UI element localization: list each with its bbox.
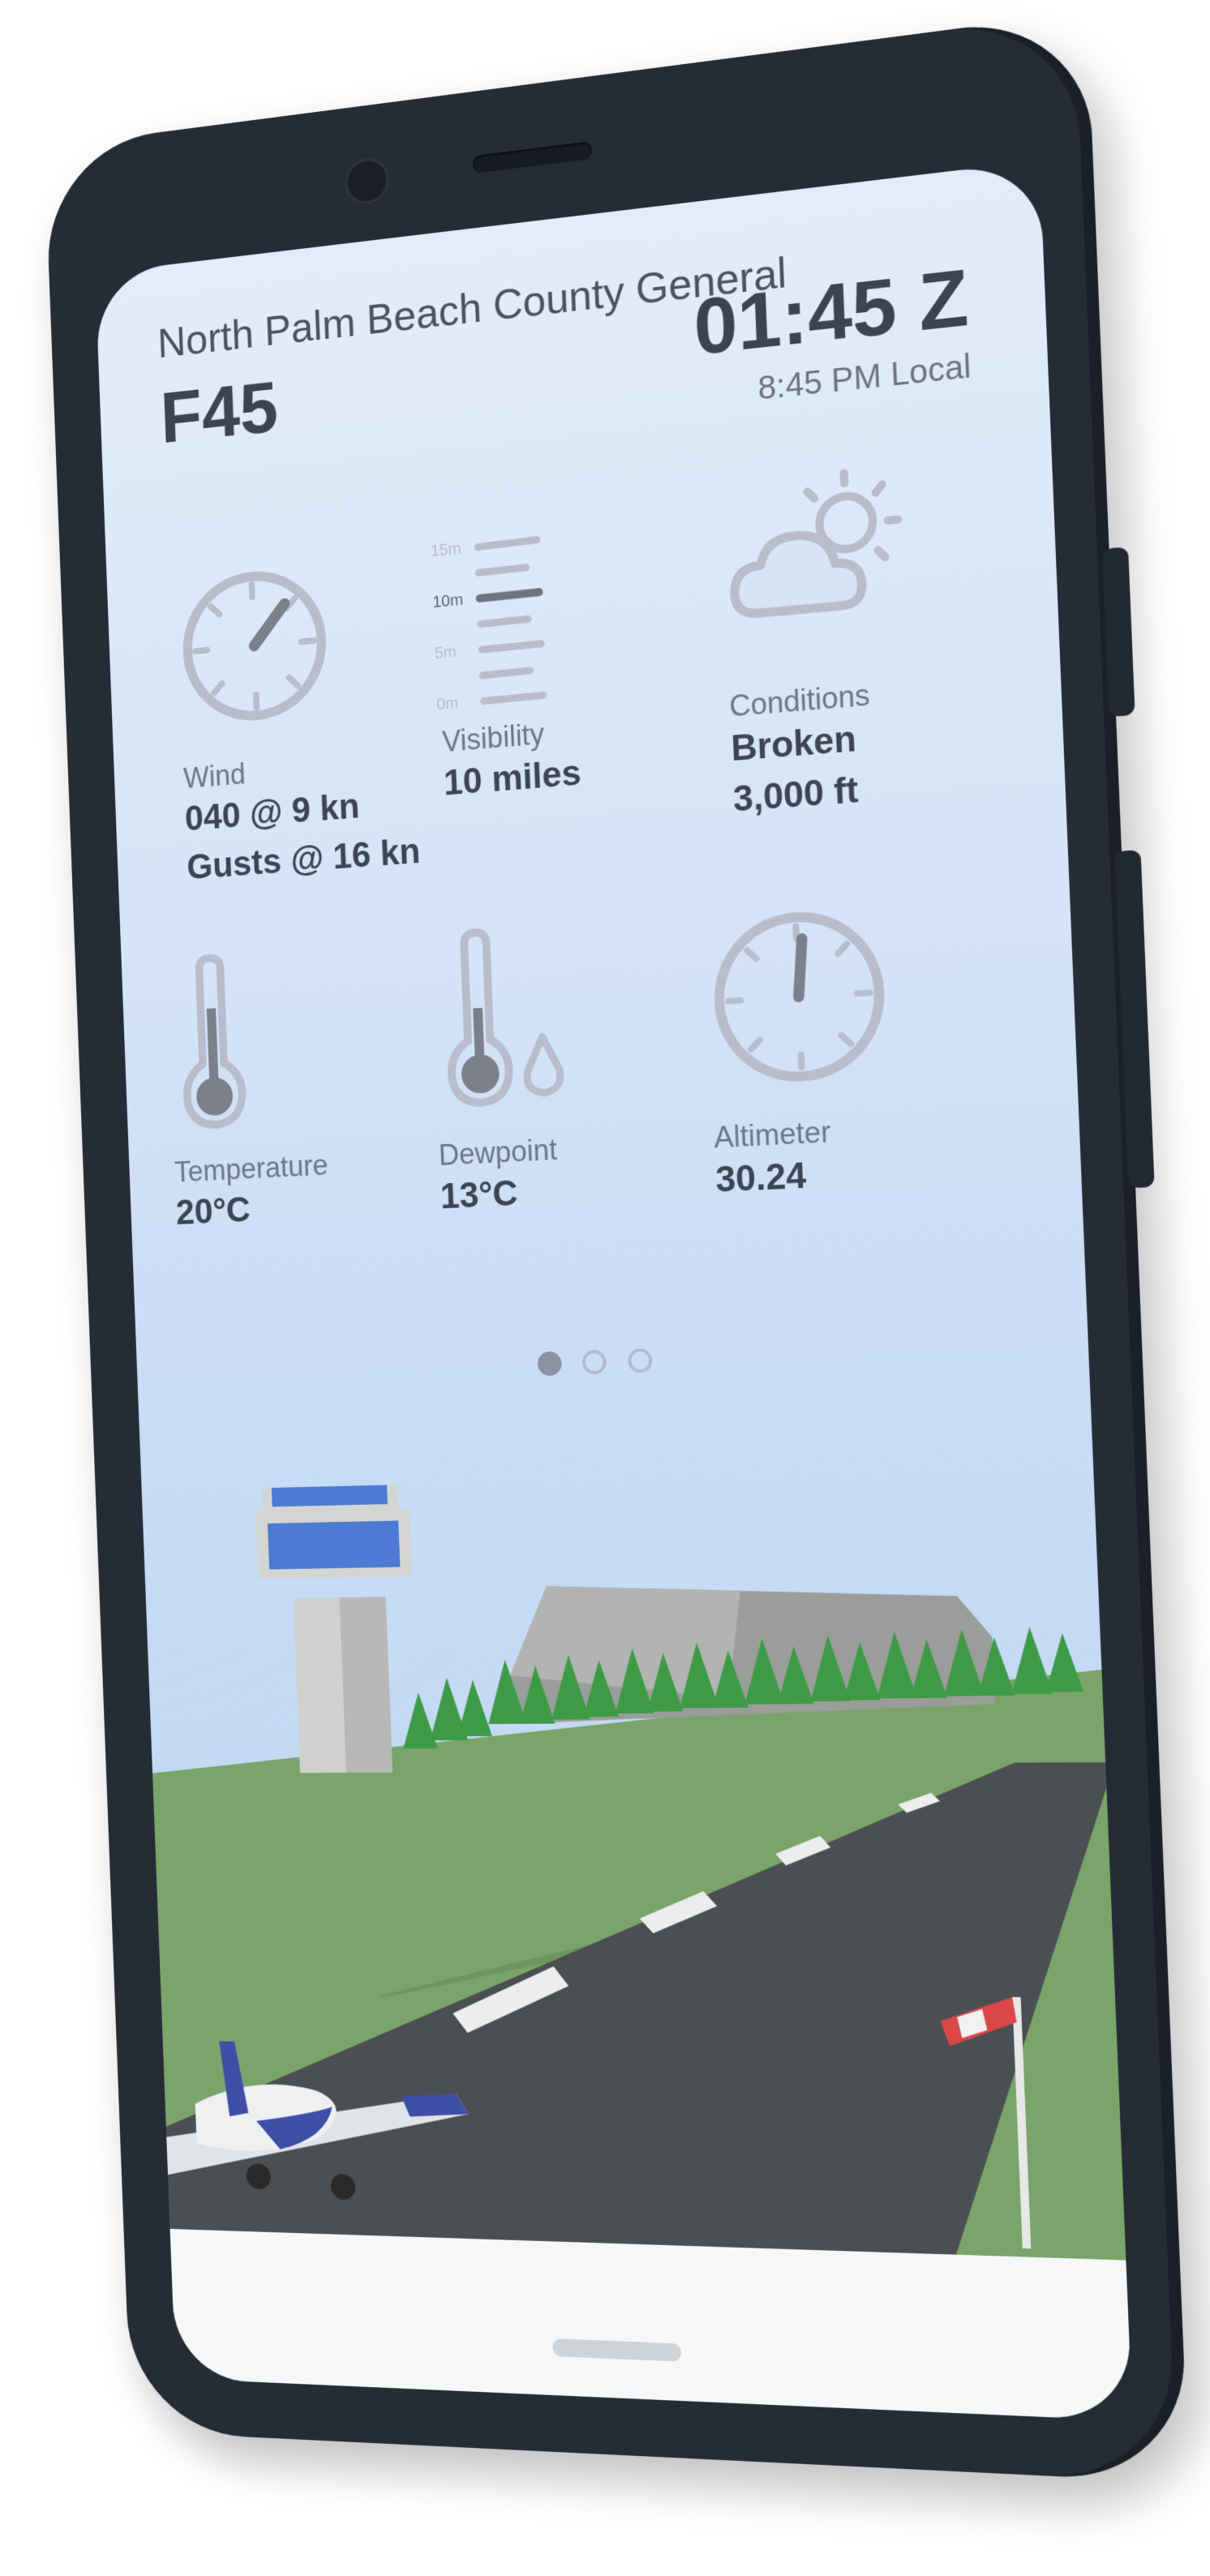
navigation-bar: [169, 2228, 1133, 2421]
page-dot-3[interactable]: [627, 1348, 653, 1374]
altimeter-dial-icon: [705, 900, 894, 1096]
conditions-metric[interactable]: Conditions Broken 3,000 ft: [729, 678, 875, 825]
wind-metric[interactable]: Wind 040 @ 9 kn Gusts @ 16 kn: [182, 744, 421, 893]
front-camera: [343, 155, 391, 208]
visibility-tick-0: 0m: [436, 694, 459, 714]
altimeter-label: Altimeter: [713, 1114, 832, 1155]
home-indicator[interactable]: [552, 2338, 682, 2362]
dewpoint-value: 13°C: [440, 1173, 519, 1217]
temperature-value: 20°C: [175, 1189, 251, 1232]
page-dot-1[interactable]: [537, 1351, 562, 1377]
earpiece-speaker: [472, 140, 593, 174]
conditions-ceiling-value: 3,000 ft: [732, 769, 860, 820]
visibility-metric[interactable]: Visibility 10 miles: [441, 714, 581, 809]
visibility-tick-10: 10m: [432, 591, 463, 612]
page-dot-2[interactable]: [581, 1349, 607, 1375]
altimeter-metric[interactable]: Altimeter 30.24: [714, 1115, 834, 1206]
wind-dial-icon: [175, 559, 333, 735]
temperature-metric[interactable]: Temperature 20°C: [174, 1148, 330, 1237]
dewpoint-thermometer-icon: [434, 922, 576, 1127]
device-mockup: North Palm Beach County General F45 01:4…: [0, 0, 1210, 2576]
altimeter-value: 30.24: [714, 1155, 807, 1201]
visibility-value: 10 miles: [443, 752, 582, 804]
power-button: [1102, 546, 1135, 718]
dewpoint-label: Dewpoint: [438, 1133, 558, 1172]
volume-button: [1114, 849, 1155, 1189]
visibility-tick-15: 15m: [431, 539, 461, 560]
airport-code: F45: [159, 367, 280, 459]
dewpoint-metric[interactable]: Dewpoint 13°C: [438, 1133, 560, 1222]
visibility-tick-5: 5m: [435, 643, 457, 663]
control-tower-icon: [255, 1477, 413, 1773]
visibility-level-marker: [479, 592, 538, 598]
weather-screen: North Palm Beach County General F45 01:4…: [95, 160, 1133, 2421]
partly-cloudy-icon: [720, 458, 917, 645]
phone-frame: North Palm Beach County General F45 01:4…: [44, 11, 1190, 2483]
visibility-scale-icon: 15m 10m 5m 0m: [430, 522, 564, 722]
page-indicator: [537, 1348, 670, 1380]
airfield-scene: [134, 1468, 1133, 2421]
thermometer-icon: [170, 950, 260, 1140]
